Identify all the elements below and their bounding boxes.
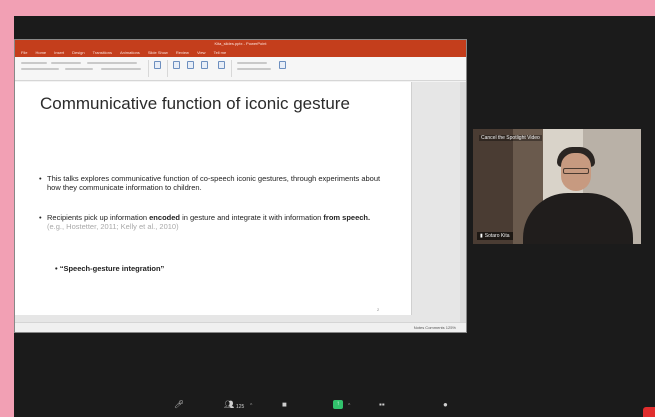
record-icon[interactable]: ▪▪	[379, 401, 385, 409]
new-slide-icon[interactable]	[154, 61, 161, 69]
ppt-status-bar: Notes Comments 125%	[15, 322, 466, 332]
participants-icon[interactable]: 👥︎	[224, 401, 234, 409]
slide-bullet-2-text: Recipients pick up information encoded i…	[47, 213, 371, 231]
ppt-menu-item[interactable]: Animations	[120, 50, 140, 55]
ppt-slide-canvas: Communicative function of iconic gesture…	[15, 82, 466, 323]
participant-video[interactable]: Cancel the Spotlight Video ▮ Sotaro Kita	[473, 129, 641, 244]
ppt-vertical-scrollbar[interactable]	[460, 82, 466, 323]
slide-bullet-2: • Recipients pick up information encoded…	[39, 213, 389, 231]
quick-styles-icon[interactable]	[201, 61, 208, 69]
slide-bullet-1-text: This talks explores communicative functi…	[47, 174, 381, 192]
chevron-up-icon[interactable]: ^	[348, 403, 350, 409]
arrange-icon[interactable]	[187, 61, 194, 69]
ppt-menu-item[interactable]: Tell me	[214, 50, 227, 55]
reactions-icon[interactable]: ●	[443, 401, 448, 409]
ppt-menu-bar: File Home Insert Design Transitions Animation…	[15, 48, 466, 57]
ppt-status-text: Notes Comments 125%	[413, 325, 456, 330]
participants-count: 125	[236, 404, 245, 410]
ppt-menu-item[interactable]: File	[21, 50, 27, 55]
shapes-icon[interactable]	[173, 61, 180, 69]
slide-bullet-1: • This talks explores communicative func…	[39, 174, 389, 192]
leave-icon[interactable]	[643, 407, 655, 417]
zoom-meeting-toolbar: 🎤︎ 👥︎ 125 ^ ■ ↑ ^ ▪▪ ●	[14, 397, 655, 417]
ppt-menu-item[interactable]: Slide Show	[148, 50, 168, 55]
participant-name: Sotaro Kita	[484, 233, 510, 239]
ppt-menu-item[interactable]: Review	[176, 50, 189, 55]
participant-name-label: ▮ Sotaro Kita	[477, 232, 513, 240]
slide-number: 2	[377, 307, 380, 312]
slide-title: Communicative function of iconic gesture	[40, 94, 350, 113]
encoded-emphasis: encoded	[149, 213, 180, 222]
chat-icon[interactable]: ■	[282, 401, 287, 409]
chevron-up-icon[interactable]: ^	[250, 403, 252, 409]
slide: Communicative function of iconic gesture…	[15, 82, 412, 315]
ppt-menu-item[interactable]: Transitions	[93, 50, 112, 55]
ppt-document-title: Kita_slides.pptx - PowerPoint	[214, 41, 267, 46]
slide-sub-bullet: • “Speech-gesture integration”	[55, 264, 165, 273]
spotlight-label[interactable]: Cancel the Spotlight Video	[479, 135, 542, 141]
designer-icon[interactable]	[279, 61, 286, 69]
ppt-menu-item[interactable]: Insert	[54, 50, 64, 55]
signal-icon: ▮	[480, 233, 483, 239]
shared-powerpoint-window: Kita_slides.pptx - PowerPoint File Home In…	[14, 39, 467, 333]
ppt-title-bar: Kita_slides.pptx - PowerPoint	[15, 40, 466, 48]
ppt-menu-item[interactable]: Home	[35, 50, 46, 55]
ppt-menu-item[interactable]: View	[197, 50, 206, 55]
zoom-meeting-window: Kita_slides.pptx - PowerPoint File Home In…	[14, 16, 655, 417]
ppt-ribbon	[15, 57, 466, 81]
from-speech-emphasis: from speech.	[323, 213, 371, 222]
share-screen-icon[interactable]: ↑	[333, 400, 343, 409]
glasses	[563, 168, 589, 174]
ppt-menu-item[interactable]: Design	[72, 50, 84, 55]
citation: (e.g., Hostetter, 2011; Kelly et al., 20…	[47, 222, 179, 231]
microphone-icon[interactable]: 🎤︎	[174, 401, 184, 409]
find-icon[interactable]	[218, 61, 225, 69]
